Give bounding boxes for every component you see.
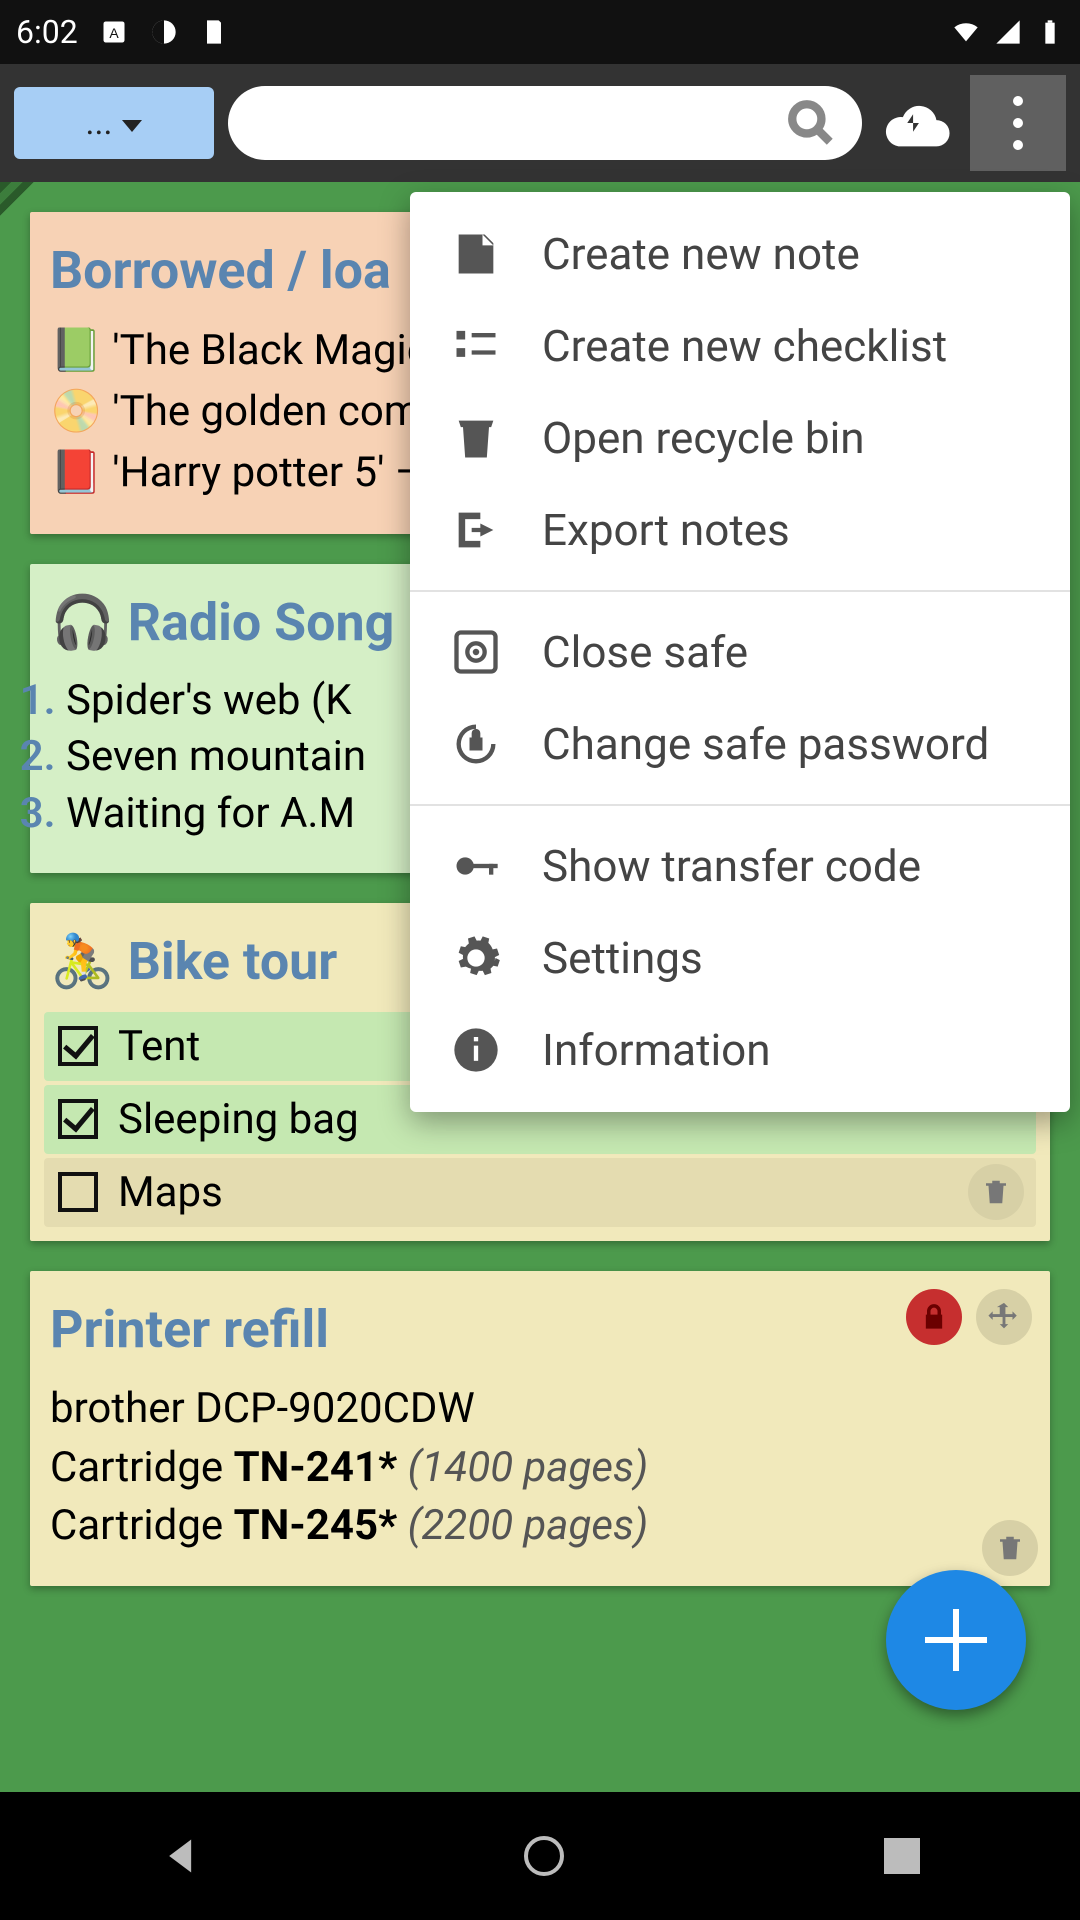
trash-icon <box>450 412 502 464</box>
signal-icon <box>994 18 1022 46</box>
cloud-sync-icon <box>881 98 951 148</box>
trash-icon <box>981 1176 1011 1208</box>
menu-divider <box>410 590 1070 592</box>
category-dropdown[interactable]: ... <box>14 87 214 159</box>
checklist-item[interactable]: Maps <box>44 1158 1036 1227</box>
clock: 6:02 <box>16 13 78 51</box>
search-input[interactable] <box>228 86 862 160</box>
info-icon <box>450 1024 502 1076</box>
keyboard-icon: A <box>100 18 128 46</box>
export-icon <box>450 504 502 556</box>
wifi-icon <box>952 18 980 46</box>
category-label: ... <box>86 103 113 143</box>
printer-model: brother DCP-9020CDW <box>50 1380 1030 1439</box>
overflow-menu: Create new note Create new checklist Ope… <box>410 192 1070 1112</box>
move-note-button[interactable] <box>976 1289 1032 1345</box>
add-note-fab[interactable] <box>886 1570 1026 1710</box>
svg-text:A: A <box>109 25 119 41</box>
safe-icon <box>450 626 502 678</box>
delete-note-button[interactable] <box>982 1520 1038 1576</box>
menu-recycle-bin[interactable]: Open recycle bin <box>410 392 1070 484</box>
menu-close-safe[interactable]: Close safe <box>410 606 1070 698</box>
sd-icon <box>200 18 228 46</box>
system-nav-bar <box>0 1792 1080 1920</box>
app-icon <box>150 18 178 46</box>
lock-icon <box>920 1302 948 1332</box>
menu-create-note[interactable]: Create new note <box>410 208 1070 300</box>
checkbox-checked-icon[interactable] <box>58 1026 98 1066</box>
checkbox-unchecked-icon[interactable] <box>58 1172 98 1212</box>
printer-cartridge-row: Cartridge TN-245* (2200 pages) <box>50 1497 1030 1556</box>
recents-button[interactable] <box>884 1838 920 1874</box>
delete-item-button[interactable] <box>968 1164 1024 1220</box>
menu-create-checklist[interactable]: Create new checklist <box>410 300 1070 392</box>
overflow-menu-button[interactable] <box>970 75 1066 171</box>
more-vert-icon <box>1013 96 1023 150</box>
note-printer-refill[interactable]: Printer refill brother DCP-9020CDW Cartr… <box>30 1271 1050 1586</box>
note-title: Printer refill <box>50 1299 1030 1360</box>
chevron-down-icon <box>122 120 142 132</box>
checkbox-checked-icon[interactable] <box>58 1099 98 1139</box>
menu-change-password[interactable]: Change safe password <box>410 698 1070 790</box>
key-icon <box>450 840 502 892</box>
status-bar: 6:02 A <box>0 0 1080 64</box>
home-button[interactable] <box>524 1836 564 1876</box>
menu-export-notes[interactable]: Export notes <box>410 484 1070 576</box>
menu-settings[interactable]: Settings <box>410 912 1070 1004</box>
printer-cartridge-row: Cartridge TN-241* (1400 pages) <box>50 1439 1030 1498</box>
app-bar: ... <box>0 64 1080 182</box>
checklist-icon <box>450 320 502 372</box>
menu-divider <box>410 804 1070 806</box>
move-icon <box>987 1300 1021 1334</box>
trash-icon <box>995 1532 1025 1564</box>
sync-button[interactable] <box>876 83 956 163</box>
back-button[interactable] <box>160 1834 204 1878</box>
menu-transfer-code[interactable]: Show transfer code <box>410 820 1070 912</box>
menu-information[interactable]: Information <box>410 1004 1070 1096</box>
search-icon <box>786 98 836 148</box>
locked-badge[interactable] <box>906 1289 962 1345</box>
lock-rotate-icon <box>450 718 502 770</box>
battery-icon <box>1036 18 1064 46</box>
gear-icon <box>450 932 502 984</box>
note-icon <box>450 228 502 280</box>
